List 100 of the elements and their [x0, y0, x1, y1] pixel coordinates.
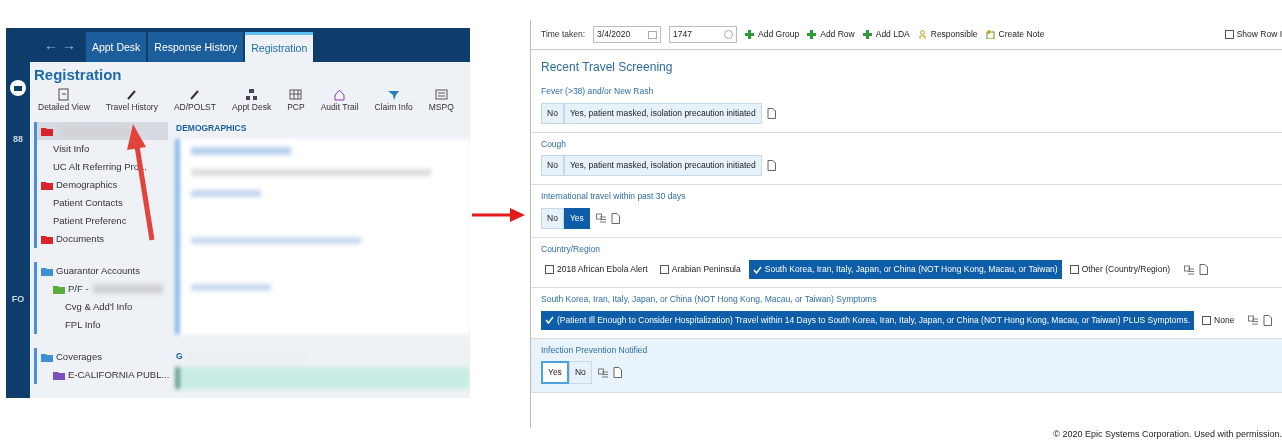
option-button[interactable]: No — [541, 207, 564, 229]
toolbar-button[interactable]: Audit Trail — [320, 88, 359, 114]
tree-label: Patient Preferenc — [53, 214, 127, 228]
document-icon[interactable] — [610, 212, 620, 224]
section-title: Recent Travel Screening — [540, 59, 674, 76]
toolbar-button[interactable]: Detailed View — [38, 88, 90, 114]
checkbox-option[interactable]: Other (Country/Region) — [1065, 260, 1174, 279]
copy-icon[interactable] — [1184, 264, 1194, 275]
time-label: Time taken: — [541, 28, 586, 41]
question-label: South Korea, Iran, Italy, Japan, or China (NOT Hong Kong, Macau, or Taiwan) Symptoms — [541, 293, 878, 306]
tree-item[interactable]: P/F - — [37, 280, 168, 298]
section-header: G — [176, 349, 183, 363]
question-label: International travel within past 30 days — [541, 190, 687, 203]
option-button[interactable]: Yes — [541, 361, 569, 384]
toolbar-button[interactable]: Responsible — [917, 28, 978, 41]
toolbar-button[interactable]: Create Note — [985, 28, 1045, 41]
check-icon — [752, 265, 762, 274]
tree-item[interactable]: E-CALIFORNIA PUBL... — [37, 366, 168, 384]
avatar-icon — [9, 79, 27, 98]
tree-label: FPL Info — [65, 318, 101, 332]
tree-label: E-CALIFORNIA PUBL... — [68, 368, 170, 382]
toolbar-button[interactable]: MSPQ — [428, 88, 454, 114]
tree-label: Visit Info — [53, 142, 90, 156]
tree-item[interactable]: Cvg & Add'l Info — [37, 298, 168, 316]
tree-item[interactable]: Patient Preferenc — [37, 212, 168, 230]
copyright-text: © 2020 Epic Systems Corporation. Used with permission. — [1052, 427, 1282, 441]
tree-item[interactable]: Documents — [37, 230, 168, 248]
copy-icon[interactable] — [595, 213, 606, 224]
document-icon[interactable] — [612, 367, 622, 379]
tree-label: Documents — [56, 232, 105, 246]
question-label: Country/Region — [541, 242, 602, 256]
checkbox-option[interactable]: None — [1198, 310, 1239, 330]
connector-arrow — [470, 207, 526, 223]
checkbox-option[interactable]: 2018 African Ebola Alert — [541, 260, 652, 279]
tab[interactable]: Appt Desk — [85, 32, 147, 63]
tree-label: P/F - — [68, 282, 89, 296]
option-button[interactable]: Yes, patient masked, isolation precaution initiated — [563, 155, 762, 176]
strip-label: 88 — [13, 133, 23, 147]
section-header: DEMOGRAPHICS — [176, 122, 248, 135]
tree-item[interactable]: Visit Info — [37, 140, 168, 158]
input-field[interactable]: 1747 — [669, 26, 738, 43]
document-icon[interactable] — [1199, 264, 1208, 276]
shield-icon — [387, 88, 401, 102]
clipboard-icon — [57, 88, 71, 102]
toolbar-button[interactable]: Add Group — [745, 28, 800, 41]
toolbar-button[interactable]: Add Row — [807, 28, 855, 41]
toolbar-button[interactable]: Travel History — [105, 88, 158, 114]
plus-icon — [807, 30, 817, 39]
tree-label: Cvg & Add'l Info — [65, 300, 133, 314]
show-row-checkbox[interactable]: Show Row I — [1224, 28, 1282, 41]
form-icon — [434, 88, 448, 102]
document-icon[interactable] — [1263, 314, 1273, 326]
calendar-icon — [648, 30, 658, 39]
check-icon — [545, 316, 554, 325]
plus-icon — [745, 30, 755, 39]
checkbox-option[interactable]: South Korea, Iran, Italy, Japan, or China (NOT Hong Kong, Macau, or Taiwan) — [748, 260, 1062, 279]
tree-label: Patient Contacts — [53, 196, 123, 210]
nav-arrows[interactable]: ← → — [44, 34, 76, 56]
checkbox-option[interactable]: (Patient Ill Enough to Consider Hospitalization) Travel within 14 Days to South Korea, Iran, Italy, Japan, or China (NOT Hong Kong, Macau, or Taiwan) PLUS Symptoms. — [541, 310, 1195, 330]
toolbar-button[interactable]: AD/POLST — [173, 88, 216, 114]
clock-icon — [724, 30, 734, 39]
tab[interactable]: Registration — [245, 32, 314, 63]
page-title: Registration — [34, 66, 123, 85]
option-button[interactable]: No — [541, 102, 564, 124]
tab[interactable]: Response History — [148, 32, 244, 63]
tree-item[interactable]: Patient Contacts — [37, 194, 168, 212]
toolbar-button[interactable]: Add LDA — [862, 28, 910, 41]
document-icon[interactable] — [766, 107, 776, 119]
tree-label: Coverages — [56, 350, 102, 364]
tree-item[interactable]: Demographics — [37, 176, 168, 194]
option-button[interactable]: No — [541, 155, 564, 176]
toolbar-button[interactable]: Claim Info — [374, 88, 413, 114]
input-field[interactable]: 3/4/2020 — [593, 26, 662, 43]
option-button[interactable]: No — [568, 361, 592, 384]
person-icon — [917, 30, 927, 39]
option-button[interactable]: Yes, patient masked, isolation precaution initiated — [563, 102, 762, 124]
toolbar-button[interactable]: Appt Desk — [232, 88, 272, 114]
plus-icon — [862, 30, 872, 39]
tree-label: Guarantor Accounts — [56, 264, 140, 278]
tree-item[interactable] — [37, 122, 168, 140]
pencil-icon — [188, 88, 202, 102]
tree-item[interactable]: Coverages — [37, 348, 168, 366]
tree-item[interactable]: Guarantor Accounts — [37, 262, 168, 280]
question-label: Cough — [541, 137, 568, 151]
question-label: Fever (>38) and/or New Rash — [541, 85, 655, 98]
question-label: Infection Prevention Notified — [541, 343, 649, 357]
copy-icon[interactable] — [597, 367, 608, 378]
house-icon — [333, 88, 347, 102]
note-icon — [985, 30, 995, 39]
network-icon — [245, 88, 259, 102]
checkbox-option[interactable]: Arabian Peninsula — [655, 260, 745, 279]
pencil-icon — [125, 88, 139, 102]
tree-item[interactable]: FPL Info — [37, 316, 168, 334]
strip-label: FO — [11, 292, 25, 306]
copy-icon[interactable] — [1248, 315, 1259, 326]
toolbar-button[interactable]: PCP — [287, 88, 305, 114]
grid-icon — [289, 88, 303, 102]
document-icon[interactable] — [766, 160, 776, 172]
option-button[interactable]: Yes — [563, 207, 590, 229]
tree-label: Demographics — [56, 178, 118, 192]
